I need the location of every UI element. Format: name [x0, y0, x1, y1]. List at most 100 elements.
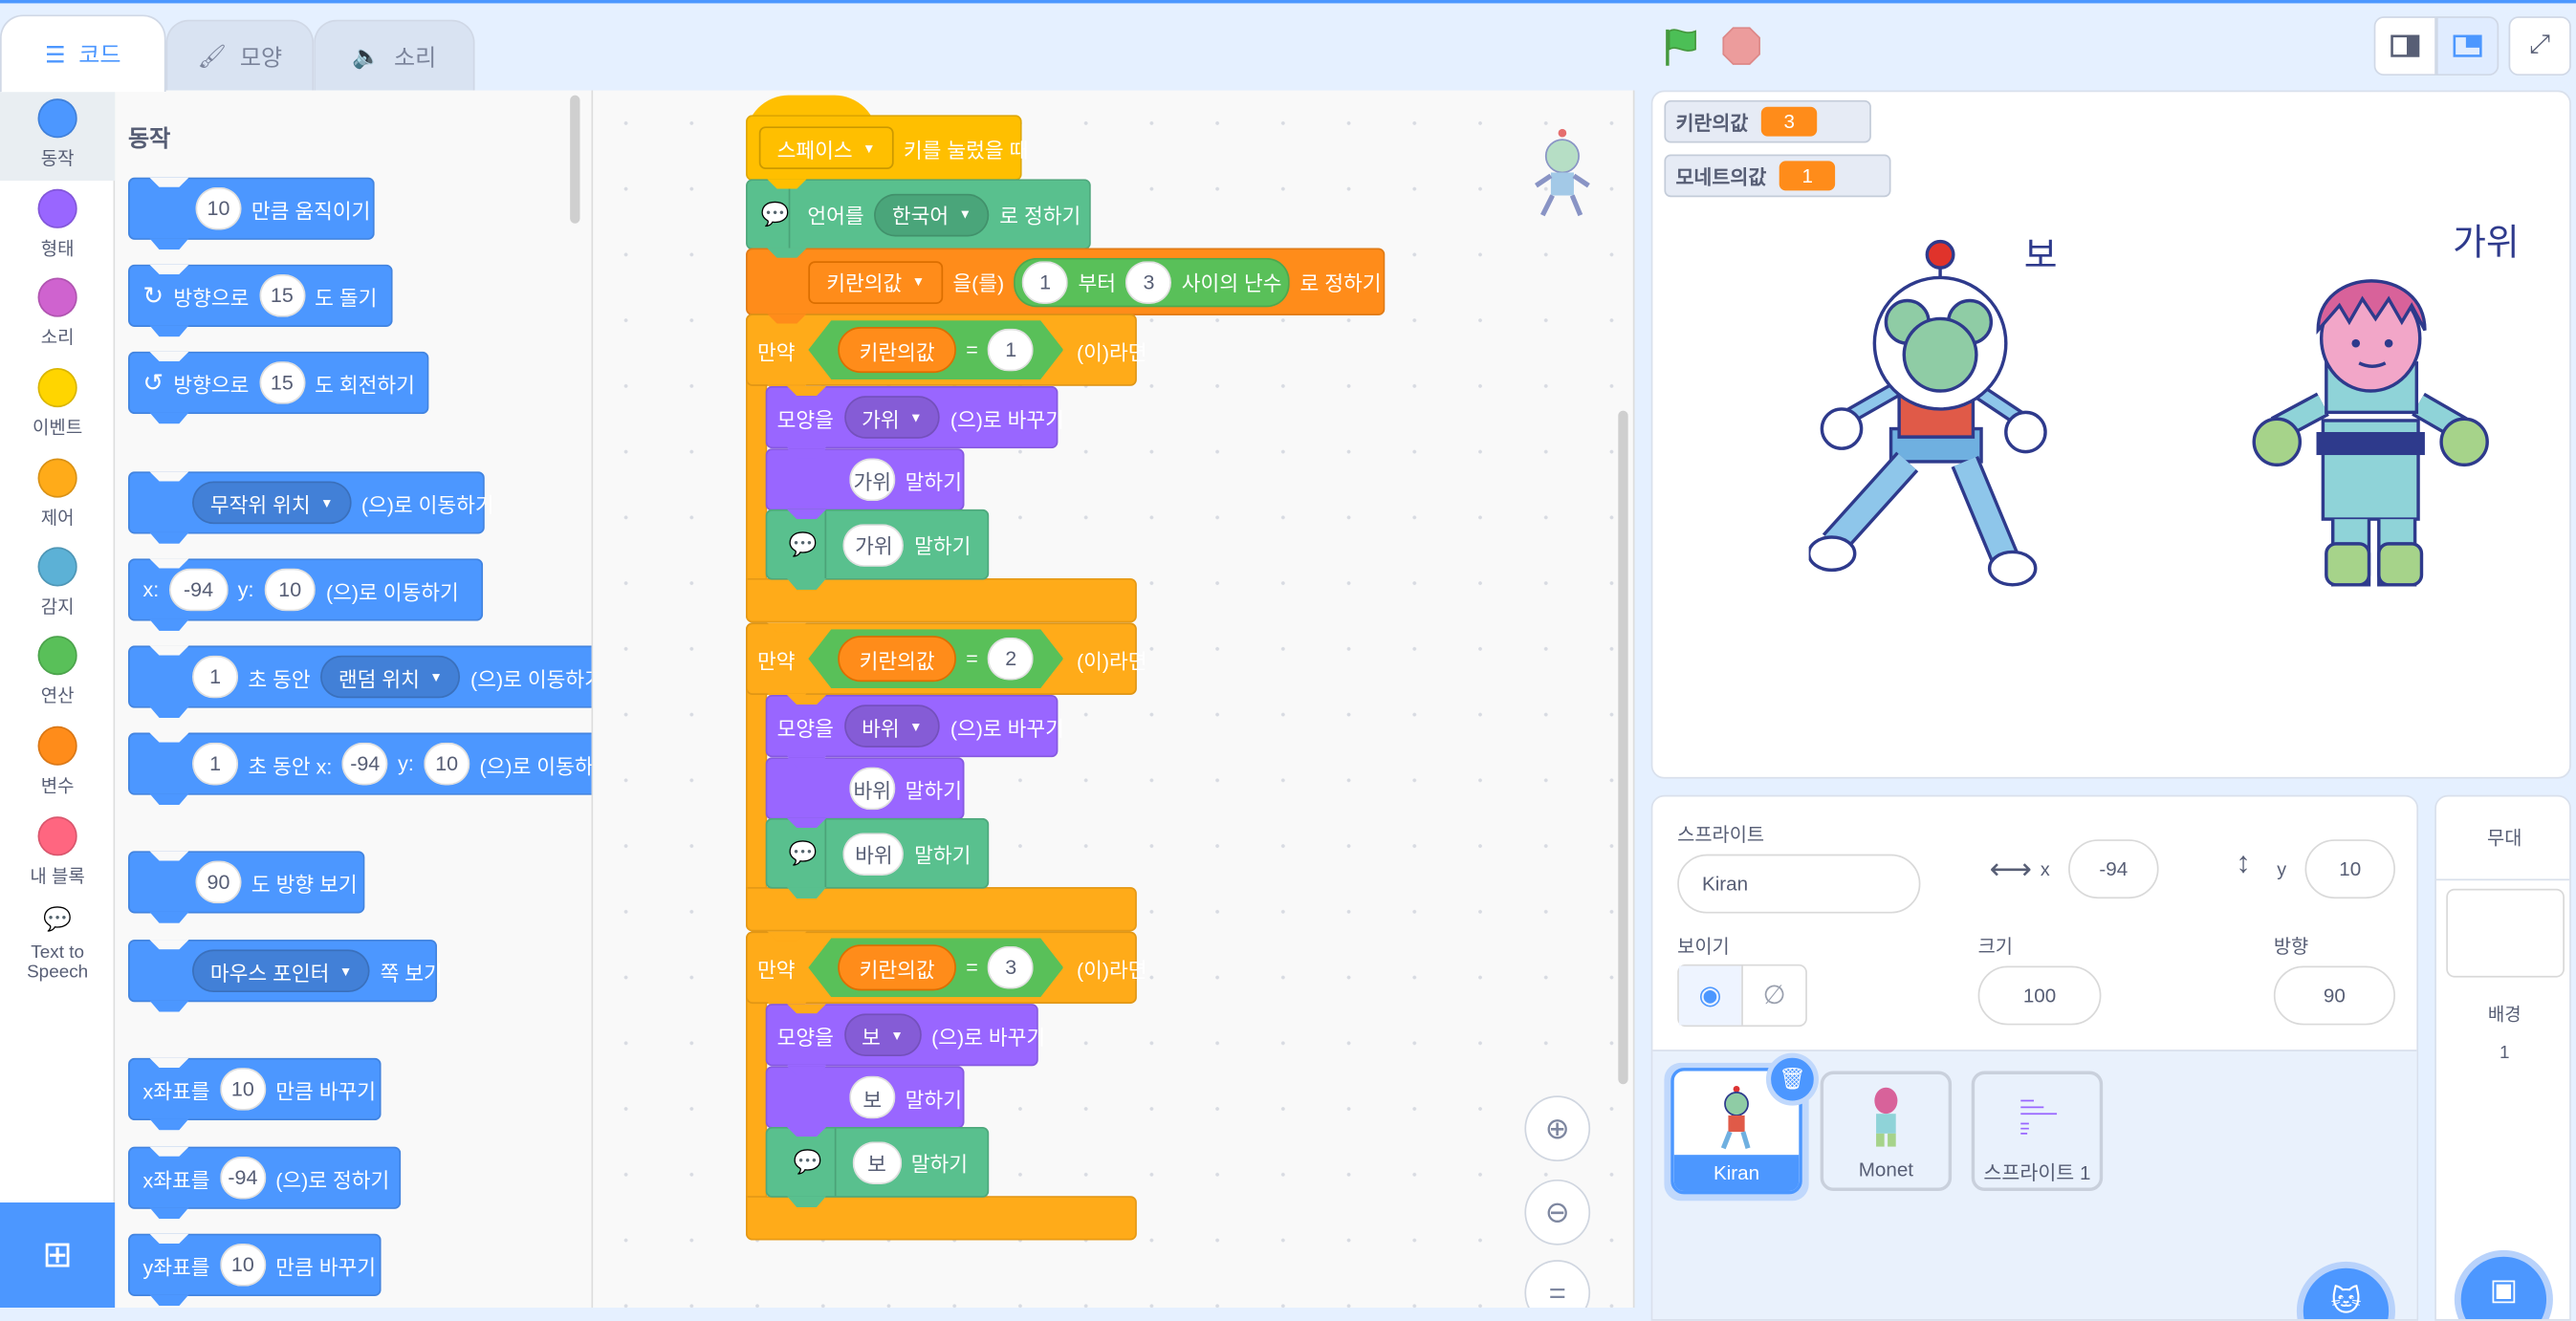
switch-costume-block[interactable]: 모양을 가위 ▼ (으)로 바꾸기	[765, 385, 1064, 449]
category-6[interactable]: 연산	[0, 636, 115, 708]
palette-block-5[interactable]: 1 초 동안 랜덤 위치 ▼ (으)로 이동하기	[128, 645, 592, 708]
stage-panel[interactable]: 무대 배경 1 ▣	[2434, 794, 2571, 1321]
if-block[interactable]: 만약 키란의값 = 1 (이)라면	[746, 314, 1147, 386]
switch-costume-block[interactable]: 모양을 바위 ▼ (으)로 바꾸기	[765, 694, 1064, 758]
block-dropdown[interactable]: 스페이스 ▼	[758, 126, 894, 170]
block-input[interactable]: 10	[219, 1068, 266, 1111]
if-block[interactable]: 만약 키란의값 = 2 (이)라면	[746, 622, 1147, 695]
block-input[interactable]: 1	[192, 655, 239, 699]
fullscreen-button[interactable]: ⤢	[2508, 16, 2571, 76]
palette-block-7[interactable]: 90 도 방향 보기	[128, 851, 365, 914]
when-key-pressed-block[interactable]: 스페이스 ▼ 키를 눌렀을 때	[746, 115, 1028, 182]
block-input[interactable]: 10	[195, 186, 242, 230]
say-input[interactable]: 가위	[849, 458, 896, 502]
show-button[interactable]: ◉	[1678, 965, 1743, 1026]
condition-value-input[interactable]: 3	[988, 946, 1034, 989]
block-dropdown[interactable]: 랜덤 위치 ▼	[320, 655, 461, 699]
block-input[interactable]: 3	[1125, 260, 1172, 304]
delete-sprite-button[interactable]: 🗑	[1765, 1052, 1819, 1106]
block-input[interactable]: -94	[168, 568, 229, 612]
sprite-tile-sprite1[interactable]: 스프라이트 1	[1971, 1071, 2104, 1191]
category-5[interactable]: 감지	[0, 547, 115, 619]
palette-block-4[interactable]: x: -94 y: 10 (으)로 이동하기	[128, 558, 484, 621]
palette-block-3[interactable]: 무작위 위치 ▼ (으)로 이동하기	[128, 471, 494, 534]
switch-costume-block[interactable]: 모양을 보 ▼ (으)로 바꾸기	[765, 1004, 1045, 1067]
zoom-out-button[interactable]: ⊖	[1524, 1179, 1591, 1245]
costume-dropdown[interactable]: 가위 ▼	[843, 396, 941, 439]
palette-block-11[interactable]: y좌표를 10 만큼 바꾸기	[128, 1233, 382, 1296]
speak-input[interactable]: 가위	[843, 523, 905, 567]
equals-condition[interactable]: 키란의값 = 2	[808, 629, 1063, 688]
costume-dropdown[interactable]: 바위 ▼	[843, 704, 941, 747]
palette-scrollbar[interactable]	[570, 95, 580, 224]
add-sprite-button[interactable]: 🐱	[2296, 1261, 2395, 1320]
category-2[interactable]: 소리	[0, 277, 115, 350]
palette-block-10[interactable]: x좌표를 -94 (으)로 정하기	[128, 1146, 402, 1209]
block-input[interactable]: 15	[258, 274, 305, 317]
category-4[interactable]: 제어	[0, 458, 115, 531]
palette-block-8[interactable]: 마우스 포인터 ▼ 쪽 보기	[128, 940, 443, 1003]
variable-reporter[interactable]: 키란의값	[838, 327, 956, 373]
variable-reporter[interactable]: 키란의값	[838, 944, 956, 990]
palette-block-1[interactable]: ↻ 방향으로 15 도 돌기	[128, 264, 393, 328]
zoom-reset-button[interactable]: =	[1524, 1260, 1591, 1309]
equals-condition[interactable]: 키란의값 = 1	[808, 320, 1063, 379]
block-input[interactable]: 90	[195, 860, 242, 904]
speak-input[interactable]: 바위	[843, 832, 905, 876]
kiran-sprite[interactable]	[1808, 231, 2056, 601]
block-input[interactable]: 10	[263, 568, 317, 612]
hide-button[interactable]: ∅	[1743, 966, 1805, 1026]
small-stage-button[interactable]	[2373, 16, 2436, 76]
size-input[interactable]: 100	[1977, 965, 2102, 1026]
green-flag-icon[interactable]	[1659, 25, 1702, 68]
normal-stage-button[interactable]	[2435, 16, 2500, 76]
block-dropdown[interactable]: 한국어 ▼	[873, 192, 990, 236]
add-backdrop-button[interactable]: ▣	[2454, 1249, 2553, 1320]
block-input[interactable]: 1	[192, 742, 239, 786]
category-8[interactable]: 내 블록	[0, 816, 115, 889]
speak-block[interactable]: 💬 보 말하기	[765, 1126, 990, 1198]
set-variable-block[interactable]: 키란의값 ▼ 을(를) 1 부터 3 사이의 난수 로 정하기	[746, 248, 1386, 315]
say-block[interactable]: 바위 말하기	[765, 757, 965, 820]
direction-input[interactable]: 90	[2273, 965, 2395, 1026]
stop-icon[interactable]	[1720, 25, 1763, 68]
block-input[interactable]: 10	[219, 1243, 266, 1287]
palette-block-9[interactable]: x좌표를 10 만큼 바꾸기	[128, 1057, 382, 1121]
block-dropdown[interactable]: 마우스 포인터 ▼	[192, 949, 371, 993]
category-1[interactable]: 형태	[0, 188, 115, 262]
sprite-name-input[interactable]: Kiran	[1677, 854, 1921, 914]
category-0[interactable]: 동작	[0, 98, 115, 171]
costume-dropdown[interactable]: 보 ▼	[843, 1013, 922, 1057]
palette-block-6[interactable]: 1 초 동안 x: -94 y: 10 (으)로 이동하기	[128, 732, 592, 795]
x-input[interactable]: -94	[2068, 839, 2159, 899]
workspace-scrollbar[interactable]	[1618, 410, 1628, 1085]
backdrop-thumbnail[interactable]	[2446, 888, 2565, 978]
y-input[interactable]: 10	[2304, 839, 2395, 899]
say-input[interactable]: 바위	[849, 767, 896, 811]
zoom-in-button[interactable]: ⊕	[1524, 1095, 1591, 1162]
block-input[interactable]: 15	[258, 361, 305, 404]
block-dropdown[interactable]: 키란의값 ▼	[808, 260, 944, 304]
stage[interactable]: 키란의값 3 모네트의값 1 보 가위	[1650, 90, 2571, 779]
tab-sounds[interactable]: 🔈 소리	[314, 19, 475, 93]
block-input[interactable]: -94	[219, 1156, 266, 1200]
code-workspace[interactable]: ⊕ ⊖ = 스페이스 ▼ 키를 눌렀을 때 💬 언어를 한국어 ▼ 로 정하기 키란의값 ▼ 을(를…	[593, 90, 1635, 1309]
say-block[interactable]: 보 말하기	[765, 1066, 965, 1129]
category-7[interactable]: 변수	[0, 725, 115, 799]
tab-code[interactable]: ☰ 코드	[0, 14, 166, 93]
palette-block-2[interactable]: ↺ 방향으로 15 도 회전하기	[128, 351, 429, 415]
block-input[interactable]: -94	[341, 742, 388, 786]
speak-input[interactable]: 보	[852, 1140, 902, 1184]
speak-block[interactable]: 💬 바위 말하기	[765, 817, 990, 889]
condition-value-input[interactable]: 2	[988, 638, 1034, 681]
if-block[interactable]: 만약 키란의값 = 3 (이)라면	[746, 931, 1147, 1005]
block-input[interactable]: 1	[1022, 260, 1069, 304]
say-input[interactable]: 보	[849, 1075, 896, 1119]
speak-block[interactable]: 💬 가위 말하기	[765, 509, 990, 580]
block-input[interactable]: 10	[424, 742, 470, 786]
category-9[interactable]: 💬 Text to Speech	[0, 905, 115, 983]
variable-reporter[interactable]: 키란의값	[838, 636, 956, 682]
say-block[interactable]: 가위 말하기	[765, 448, 965, 511]
category-3[interactable]: 이벤트	[0, 367, 115, 441]
sprite-tile-monet[interactable]: Monet	[1820, 1071, 1953, 1191]
